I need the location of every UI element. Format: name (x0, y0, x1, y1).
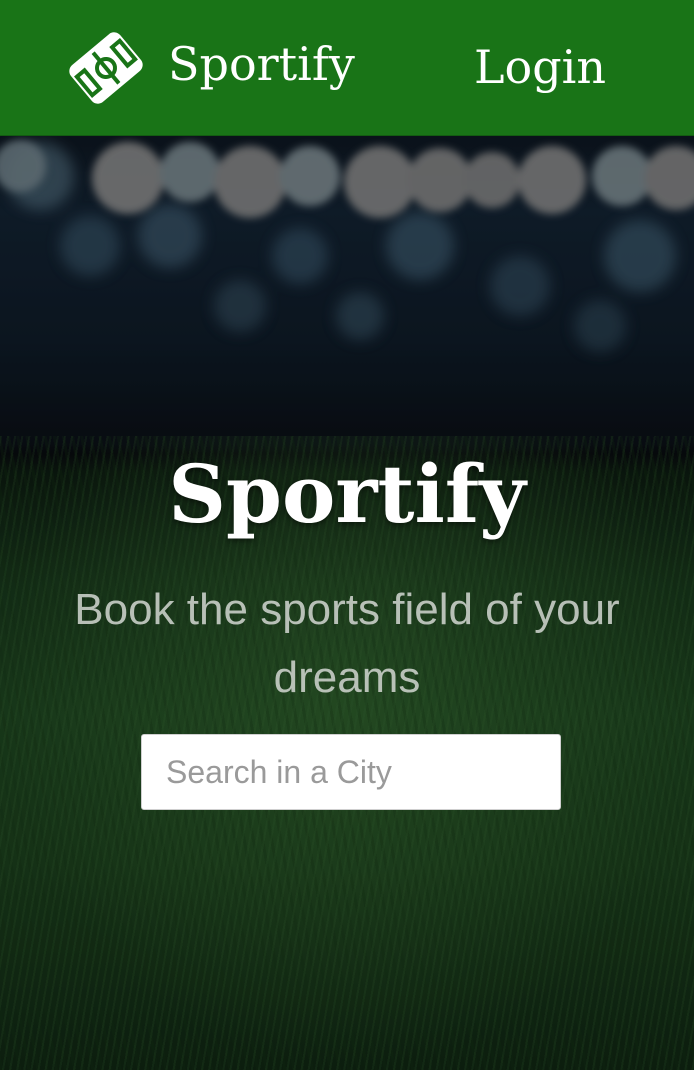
city-search-input[interactable] (141, 734, 561, 810)
brand-name: Sportify (168, 37, 355, 91)
hero-section: Sportify Book the sports field of your d… (0, 136, 694, 1070)
brand-link[interactable]: Sportify (56, 16, 355, 120)
hero-subtitle: Book the sports field of your dreams (74, 585, 620, 702)
soccer-field-icon (69, 32, 143, 104)
login-link[interactable]: Login (474, 44, 606, 90)
hero-title: Sportify (168, 447, 526, 541)
top-navbar: Sportify Login (0, 0, 694, 136)
